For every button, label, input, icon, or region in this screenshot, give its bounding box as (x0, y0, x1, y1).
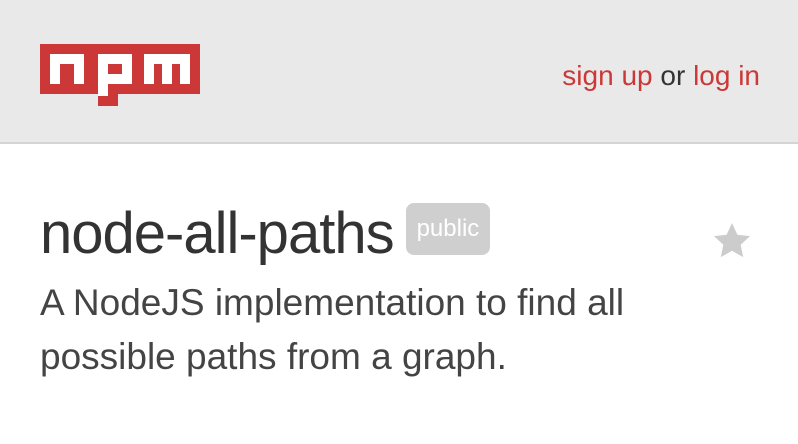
star-icon[interactable] (711, 220, 753, 262)
package-title-row: node-all-paths public (40, 196, 491, 272)
signup-link[interactable]: sign up (562, 60, 652, 91)
site-header: sign up or log in (0, 0, 798, 144)
auth-separator: or (660, 60, 694, 91)
package-description: A NodeJS implementation to find all poss… (40, 282, 625, 377)
npm-logo[interactable] (40, 44, 200, 106)
package-name: node-all-paths (40, 201, 395, 266)
login-link[interactable]: log in (693, 60, 760, 91)
auth-links: sign up or log in (562, 58, 760, 94)
visibility-badge: public (405, 203, 491, 255)
